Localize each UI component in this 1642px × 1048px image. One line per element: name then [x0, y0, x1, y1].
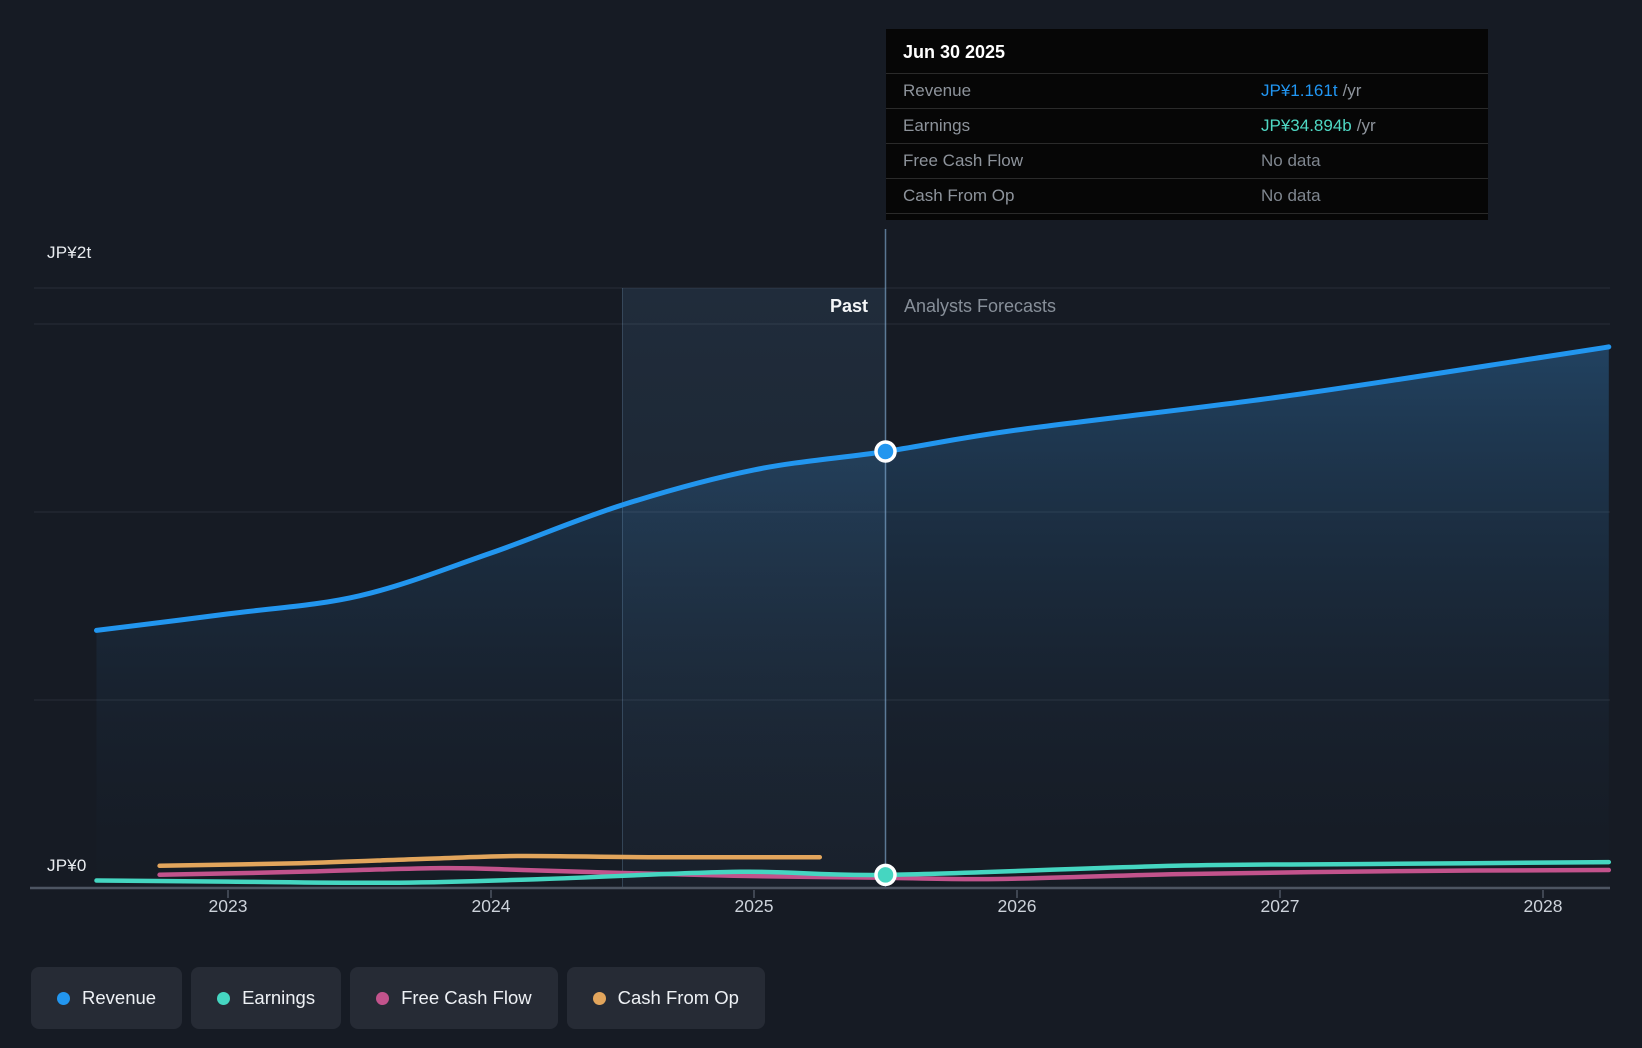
tooltip-date: Jun 30 2025	[903, 42, 1006, 62]
free-cash-flow-series-dot-icon	[376, 991, 390, 1005]
legend-item-revenue[interactable]: Revenue	[31, 967, 183, 1029]
x-axis-label-2025: 2025	[734, 896, 774, 916]
revenue-marker[interactable]	[874, 440, 897, 463]
tooltip-label: Cash From Op	[903, 186, 1015, 205]
legend-label: Cash From Op	[617, 987, 739, 1008]
x-axis-label-2024: 2024	[471, 896, 511, 916]
earnings-revenue-growth-chart: JP¥2t JP¥0 Past Analysts Forecasts 2023 2…	[0, 0, 1642, 1048]
past-section-label: Past	[829, 296, 868, 316]
tooltip-row-free-cash-flow: Free Cash Flow No data	[886, 143, 1488, 178]
earnings-series-dot-icon	[217, 991, 231, 1005]
revenue-series-dot-icon	[57, 991, 70, 1005]
x-axis-label-2027: 2027	[1260, 896, 1300, 916]
tooltip-label: Free Cash Flow	[903, 151, 1023, 170]
tooltip-value: JP¥1.161t	[1261, 81, 1338, 100]
x-axis-label-2028: 2028	[1523, 896, 1563, 916]
legend-label: Free Cash Flow	[401, 987, 532, 1008]
chart-tooltip: Jun 30 2025 Revenue JP¥1.161t /yr Earnin…	[886, 29, 1488, 220]
earnings-marker[interactable]	[874, 863, 897, 887]
tooltip-label: Earnings	[903, 116, 971, 135]
analysts-forecasts-section-label: Analysts Forecasts	[904, 296, 1057, 316]
tooltip-row-earnings: Earnings JP¥34.894b /yr	[886, 108, 1488, 143]
x-axis-label-2023: 2023	[208, 896, 248, 916]
legend-item-cash-from-op[interactable]: Cash From Op	[566, 967, 765, 1029]
legend-label: Revenue	[82, 987, 157, 1008]
legend-item-free-cash-flow[interactable]: Free Cash Flow	[350, 967, 558, 1029]
legend-item-earnings[interactable]: Earnings	[191, 967, 342, 1029]
tooltip-row-revenue: Revenue JP¥1.161t /yr	[886, 73, 1488, 108]
legend-label: Earnings	[242, 987, 316, 1008]
tooltip-value: No data	[1261, 186, 1321, 205]
x-axis-label-2026: 2026	[997, 896, 1037, 916]
cash-from-op-series-dot-icon	[592, 991, 606, 1005]
y-axis-zero-label: JP¥0	[47, 856, 87, 875]
chart-legend: Revenue Earnings Free Cash Flow Cash Fro…	[31, 967, 765, 1029]
tooltip-value-suffix: /yr	[1356, 116, 1376, 135]
tooltip-value: No data	[1261, 151, 1321, 170]
tooltip-value-suffix: /yr	[1342, 81, 1362, 100]
tooltip-value: JP¥34.894b	[1261, 116, 1352, 135]
y-axis-max-label: JP¥2t	[47, 243, 92, 262]
tooltip-label: Revenue	[903, 81, 972, 100]
tooltip-row-cash-from-op: Cash From Op No data	[886, 178, 1488, 214]
